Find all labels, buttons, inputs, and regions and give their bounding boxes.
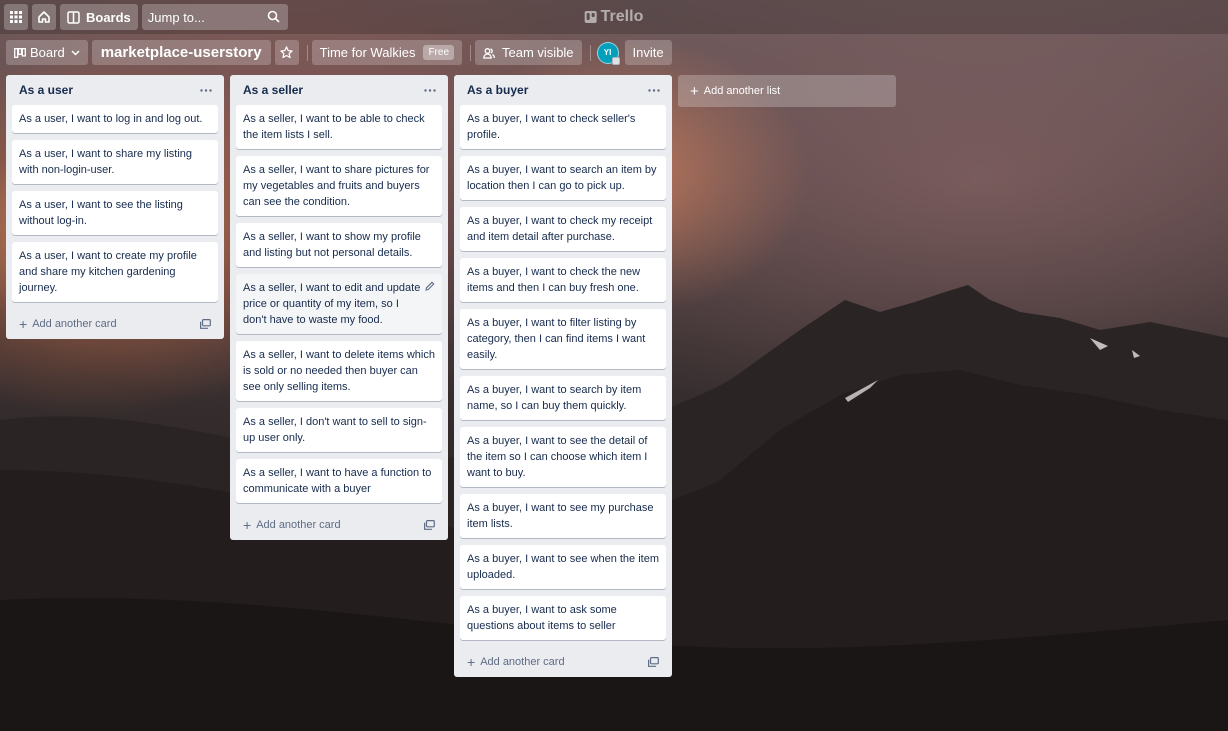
invite-button[interactable]: Invite <box>624 40 672 65</box>
card[interactable]: As a buyer, I want to check seller's pro… <box>460 105 666 149</box>
member-avatar[interactable]: YI <box>596 41 620 65</box>
add-card-label: Add another card <box>256 519 341 531</box>
card[interactable]: As a user, I want to see the listing wit… <box>12 191 218 235</box>
chevron-down-icon <box>71 49 80 56</box>
search-input[interactable] <box>147 9 260 25</box>
add-card-button[interactable]: + Add another card <box>467 655 565 669</box>
plan-badge: Free <box>423 45 455 60</box>
card-template-icon[interactable] <box>648 657 659 667</box>
card-template-icon[interactable] <box>200 319 211 329</box>
workspace-label: Time for Walkies <box>319 45 416 60</box>
board-icon <box>67 10 80 24</box>
card[interactable]: As a seller, I want to delete items whic… <box>236 341 442 401</box>
logo-text: Trello <box>600 8 644 25</box>
plus-icon: + <box>690 82 699 100</box>
add-card-label: Add another card <box>480 656 565 668</box>
board-title[interactable]: marketplace-userstory <box>91 40 271 65</box>
card[interactable]: As a seller, I want to have a function t… <box>236 459 442 503</box>
list-footer: + Add another card <box>460 647 666 677</box>
card[interactable]: As a buyer, I want to see the detail of … <box>460 427 666 487</box>
card[interactable]: As a user, I want to share my listing wi… <box>12 140 218 184</box>
card[interactable]: As a buyer, I want to ask some questions… <box>460 596 666 640</box>
card[interactable]: As a buyer, I want to see my purchase it… <box>460 494 666 538</box>
card[interactable]: As a seller, I want to show my profile a… <box>236 223 442 267</box>
add-card-button[interactable]: + Add another card <box>19 317 117 331</box>
card[interactable]: As a seller, I want to share pictures fo… <box>236 156 442 216</box>
list-as-a-buyer: As a buyer As a buyer, I want to check s… <box>454 75 672 677</box>
list-footer: + Add another card <box>12 309 218 339</box>
edit-pencil-icon[interactable] <box>425 281 435 291</box>
card[interactable]: As a user, I want to create my profile a… <box>12 242 218 302</box>
divider <box>306 44 308 61</box>
card[interactable]: As a buyer, I want to filter listing by … <box>460 309 666 369</box>
list-title: As a user <box>19 83 74 97</box>
add-list-button[interactable]: + Add another list <box>678 75 896 107</box>
card-hovered[interactable]: As a seller, I want to edit and update p… <box>236 274 442 334</box>
trello-logo-icon <box>584 11 597 23</box>
list-title: As a seller <box>243 83 304 97</box>
board-view-label: Board <box>30 45 65 60</box>
team-icon <box>483 47 495 59</box>
plus-icon: + <box>467 654 476 670</box>
board-header: Board marketplace-userstory Time for Wal… <box>6 40 676 65</box>
trello-logo[interactable]: Trello <box>584 8 644 26</box>
admin-badge <box>611 56 620 65</box>
avatar-initials: YI <box>603 48 612 57</box>
card[interactable]: As a buyer, I want to check the new item… <box>460 258 666 302</box>
list-header[interactable]: As a buyer <box>460 75 666 105</box>
more-icon[interactable] <box>424 84 436 96</box>
list-header[interactable]: As a user <box>12 75 218 105</box>
card-template-icon[interactable] <box>424 520 435 530</box>
grid-icon <box>10 11 22 23</box>
visibility-label: Team visible <box>502 45 574 60</box>
card-text: As a seller, I want to edit and update p… <box>243 282 421 326</box>
board-view-switcher[interactable]: Board <box>6 40 88 65</box>
card[interactable]: As a seller, I don't want to sell to sig… <box>236 408 442 452</box>
workspace-button[interactable]: Time for Walkies Free <box>311 40 463 65</box>
card[interactable]: As a buyer, I want to search by item nam… <box>460 376 666 420</box>
add-list-label: Add another list <box>703 85 781 97</box>
card[interactable]: As a buyer, I want to check my receipt a… <box>460 207 666 251</box>
star-board-button[interactable] <box>274 40 299 65</box>
home-icon <box>38 11 50 23</box>
list-as-a-seller: As a seller As a seller, I want to be ab… <box>230 75 448 540</box>
visibility-button[interactable]: Team visible <box>475 40 582 65</box>
list-header[interactable]: As a seller <box>236 75 442 105</box>
list-as-a-user: As a user As a user, I want to log in an… <box>6 75 224 339</box>
card[interactable]: As a buyer, I want to see when the item … <box>460 545 666 589</box>
more-icon[interactable] <box>200 84 212 96</box>
board-view-icon <box>14 47 26 58</box>
list-footer: + Add another card <box>236 510 442 540</box>
star-icon <box>280 46 293 59</box>
invite-label: Invite <box>632 45 664 60</box>
add-card-button[interactable]: + Add another card <box>243 518 341 532</box>
boards-button[interactable]: Boards <box>60 4 138 30</box>
jump-to-search[interactable] <box>141 4 288 30</box>
top-header: Boards Trello <box>0 0 1228 34</box>
card[interactable]: As a buyer, I want to search an item by … <box>460 156 666 200</box>
boards-label: Boards <box>86 9 131 25</box>
divider <box>470 44 472 61</box>
home-button[interactable] <box>32 4 56 30</box>
add-card-label: Add another card <box>32 318 117 330</box>
list-title: As a buyer <box>467 83 529 97</box>
divider <box>589 44 591 61</box>
plus-icon: + <box>19 316 28 332</box>
search-icon[interactable] <box>267 10 280 23</box>
card[interactable]: As a seller, I want to be able to check … <box>236 105 442 149</box>
plus-icon: + <box>243 517 252 533</box>
more-icon[interactable] <box>648 84 660 96</box>
apps-button[interactable] <box>4 4 28 30</box>
card[interactable]: As a user, I want to log in and log out. <box>12 105 218 133</box>
